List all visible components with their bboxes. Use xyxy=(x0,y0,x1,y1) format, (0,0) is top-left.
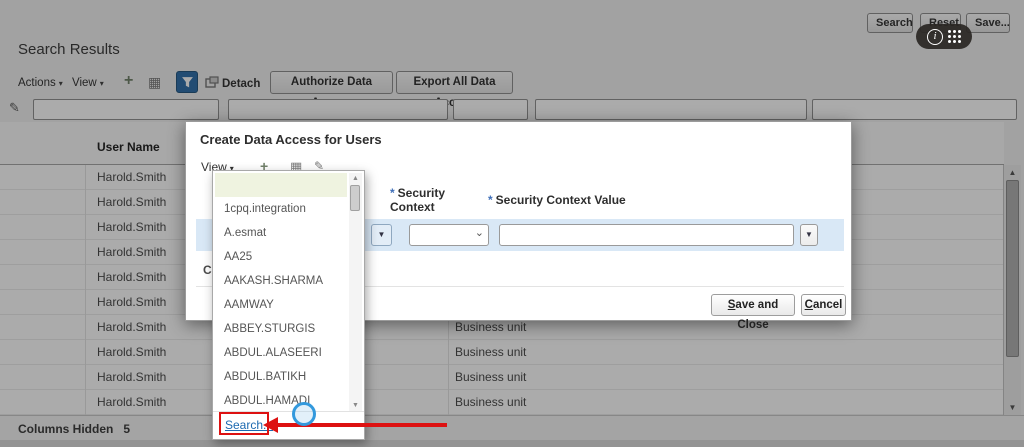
security-context-value-dropdown-button[interactable]: ▼ xyxy=(800,224,818,246)
security-context-value-input[interactable] xyxy=(499,224,794,246)
scrollbar-thumb[interactable] xyxy=(350,185,360,211)
required-asterisk: * xyxy=(390,186,395,200)
security-context-select[interactable]: ⌄ xyxy=(409,224,489,246)
dropdown-item[interactable]: ABBEY.STURGIS xyxy=(215,317,347,341)
dropdown-scrollbar[interactable]: ▲ ▼ xyxy=(349,173,362,411)
cursor-highlight-circle xyxy=(292,402,316,426)
security-context-label: Security Context xyxy=(390,186,445,214)
dropdown-item-selected-blank[interactable] xyxy=(215,173,347,197)
dropdown-item[interactable]: AAKASH.SHARMA xyxy=(215,269,347,293)
dialog-title: Create Data Access for Users xyxy=(200,132,382,147)
application-window: Search Reset Save... Search Results Acti… xyxy=(0,0,1024,447)
dropdown-item[interactable]: AAMWAY xyxy=(215,293,347,317)
scroll-up-icon[interactable]: ▲ xyxy=(349,175,362,182)
security-context-value-label: Security Context Value xyxy=(496,193,626,207)
annotation-arrow-head xyxy=(263,417,278,433)
dropdown-item[interactable]: 1cpq.integration xyxy=(215,197,347,221)
user-name-dropdown-button[interactable]: ▼ xyxy=(371,224,392,246)
save-and-close-button[interactable]: Save and Close xyxy=(711,294,795,316)
dropdown-item[interactable]: ABDUL.ALASEERI xyxy=(215,341,347,365)
dropdown-item[interactable]: ABDUL.HAMADI xyxy=(215,389,347,413)
grid-dots-icon[interactable] xyxy=(948,30,961,43)
info-icon[interactable]: i xyxy=(927,29,943,45)
dropdown-item[interactable]: AA25 xyxy=(215,245,347,269)
dropdown-item[interactable]: A.esmat xyxy=(215,221,347,245)
dropdown-item[interactable]: ABDUL.BATIKH xyxy=(215,365,347,389)
dropdown-items: 1cpq.integrationA.esmatAA25AAKASH.SHARMA… xyxy=(215,197,347,413)
chevron-down-icon: ⌄ xyxy=(475,226,484,239)
user-name-dropdown-list: 1cpq.integrationA.esmatAA25AAKASH.SHARMA… xyxy=(212,170,365,440)
screen-tools-pill[interactable]: i xyxy=(916,24,972,49)
security-context-value-column-header: *Security Context Value xyxy=(488,193,626,207)
scroll-down-icon[interactable]: ▼ xyxy=(349,402,362,409)
cancel-button[interactable]: Cancel xyxy=(801,294,846,316)
required-asterisk: * xyxy=(488,193,493,207)
annotation-highlight-box xyxy=(219,412,269,435)
security-context-column-header: *Security Context xyxy=(390,186,454,214)
